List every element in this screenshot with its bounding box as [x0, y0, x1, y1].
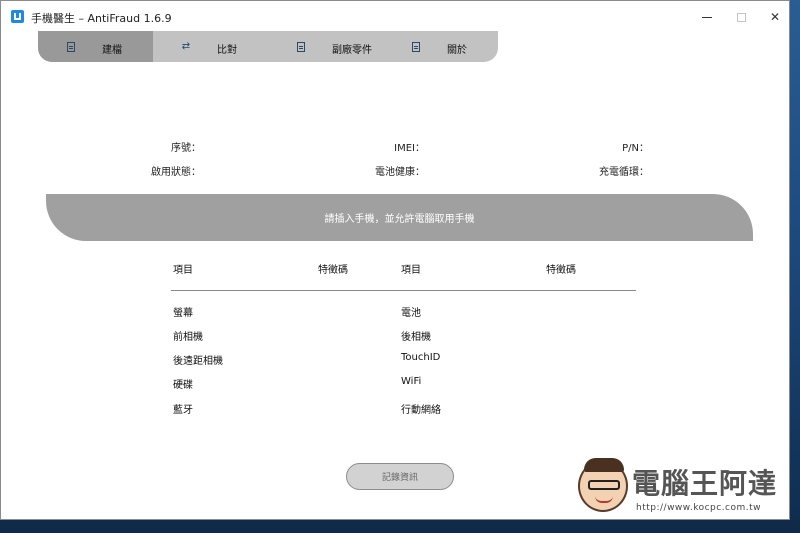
activation-status-label: 啟用狀態：	[151, 167, 201, 178]
app-logo-icon	[11, 10, 24, 23]
window-title: 手機醫生 – AntiFraud 1.6.9	[31, 12, 172, 25]
watermark-brand: 電腦王阿達	[632, 467, 778, 500]
document-icon	[66, 41, 76, 52]
record-info-button[interactable]: 記錄資訊	[346, 463, 454, 490]
column-header-item: 項目	[173, 265, 193, 276]
connect-device-banner: 請插入手機，並允許電腦取用手機	[46, 194, 753, 241]
desktop-taskbar-edge	[0, 520, 800, 533]
list-item: 後相機	[401, 332, 431, 343]
pn-label: P/N：	[622, 143, 649, 154]
record-info-label: 記錄資訊	[381, 473, 418, 483]
tab-third-party-parts[interactable]: 副廠零件	[268, 31, 383, 62]
banner-message: 請插入手機，並允許電腦取用手機	[324, 214, 475, 225]
list-item: WiFi	[401, 376, 422, 387]
list-item: 電池	[401, 308, 421, 319]
list-item: 前相機	[173, 332, 203, 343]
tab-label: 比對	[217, 45, 237, 56]
list-item: 硬碟	[173, 380, 193, 391]
tab-label: 建檔	[102, 45, 122, 56]
serial-label: 序號：	[171, 143, 201, 154]
title-bar[interactable]: 手機醫生 – AntiFraud 1.6.9 ✕	[1, 1, 789, 31]
watermark-url: http://www.kocpc.com.tw	[636, 503, 762, 513]
close-button[interactable]: ✕	[757, 5, 793, 29]
watermark-logo: 電腦王阿達 http://www.kocpc.com.tw	[578, 456, 788, 518]
minimize-icon	[702, 16, 712, 18]
tab-label: 副廠零件	[332, 45, 372, 56]
list-item: 藍牙	[173, 405, 193, 416]
charge-cycles-label: 充電循環：	[599, 167, 649, 178]
table-divider	[171, 290, 636, 291]
column-header-signature: 特徵碼	[318, 265, 348, 276]
tab-label: 關於	[447, 45, 467, 56]
list-item: 行動網絡	[401, 405, 441, 416]
tab-create-record[interactable]: 建檔	[38, 31, 153, 62]
maximize-button[interactable]	[723, 5, 759, 29]
tab-bar: 建檔 ⇄ 比對 副廠零件 關於	[38, 31, 498, 62]
tab-about[interactable]: 關於	[383, 31, 498, 62]
column-header-signature: 特徵碼	[546, 265, 576, 276]
document-icon	[411, 41, 421, 52]
list-item: TouchID	[401, 352, 441, 363]
battery-health-label: 電池健康：	[375, 167, 425, 178]
desktop-background	[790, 0, 800, 533]
tab-compare[interactable]: ⇄ 比對	[153, 31, 268, 62]
swap-arrows-icon: ⇄	[181, 41, 191, 52]
app-window: 手機醫生 – AntiFraud 1.6.9 ✕ 建檔 ⇄ 比對 副廠零件 關於…	[0, 0, 790, 520]
minimize-button[interactable]	[689, 5, 725, 29]
list-item: 螢幕	[173, 308, 193, 319]
list-item: 後遠距相機	[173, 356, 223, 367]
imei-label: IMEI：	[394, 143, 425, 154]
close-icon: ✕	[769, 10, 781, 24]
document-icon	[296, 41, 306, 52]
mascot-face-icon	[578, 458, 628, 512]
maximize-icon	[736, 12, 746, 22]
column-header-item: 項目	[401, 265, 421, 276]
